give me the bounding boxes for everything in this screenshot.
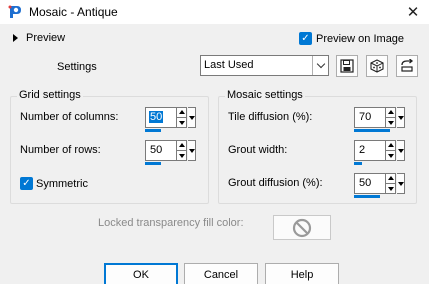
grout-width-updown[interactable] [385,140,396,161]
close-button[interactable]: ✕ [397,0,429,24]
cancel-button[interactable]: Cancel [184,263,258,284]
tile-diffusion-label: Tile diffusion (%): [228,111,313,123]
spin-down-icon [177,151,186,160]
rows-dropdown-icon[interactable] [188,140,196,161]
spin-down-icon [386,151,395,160]
columns-level-bar [145,129,161,132]
spin-up-icon [177,108,186,117]
grout-width-level-bar [354,162,362,165]
spin-down-icon [386,184,395,193]
close-icon: ✕ [406,4,420,21]
preview-on-image-label: Preview on Image [316,32,405,45]
columns-input[interactable]: 50 [145,107,176,128]
columns-updown[interactable] [176,107,187,128]
reset-icon [401,59,414,72]
checkmark-icon: ✓ [20,177,33,190]
grout-diffusion-label: Grout diffusion (%): [228,177,323,189]
app-icon [8,5,21,18]
rows-input[interactable]: 50 [145,140,176,161]
grout-width-label: Grout width: [228,144,288,156]
preview-on-image-checkbox[interactable]: ✓ Preview on Image [299,32,404,45]
preview-toggle[interactable]: Preview [13,32,65,44]
preview-label: Preview [26,32,66,44]
dice-icon [370,59,384,73]
rows-label: Number of rows: [20,144,101,156]
spin-up-icon [386,174,395,183]
grout-width-input[interactable]: 2 [354,140,385,161]
window-title: Mosaic - Antique [29,5,118,19]
rows-updown[interactable] [176,140,187,161]
spin-up-icon [386,108,395,117]
reset-button[interactable] [396,55,418,77]
grout-diffusion-input[interactable]: 50 [354,173,385,194]
save-preset-button[interactable] [336,55,358,77]
checkmark-icon: ✓ [299,32,312,45]
title-bar: Mosaic - Antique ✕ [0,0,429,24]
columns-label: Number of columns: [20,111,119,123]
floppy-disk-icon [340,59,354,73]
tile-diffusion-updown[interactable] [385,107,396,128]
preset-value: Last Used [204,59,254,71]
fill-color-swatch [273,215,331,240]
preset-dropdown[interactable]: Last Used [200,55,329,76]
symmetric-checkbox[interactable]: ✓ Symmetric [20,177,88,190]
grout-diffusion-spinner[interactable]: 50 [354,173,405,198]
symmetric-label: Symmetric [36,177,88,190]
tile-diffusion-level-bar [354,129,390,132]
tile-diffusion-input[interactable]: 70 [354,107,385,128]
rows-spinner[interactable]: 50 [145,140,196,165]
spin-down-icon [386,118,395,127]
fill-color-label: Locked transparency fill color: [98,217,244,229]
ok-button[interactable]: OK [104,263,178,284]
grout-diffusion-level-bar [354,195,380,198]
tile-diffusion-dropdown-icon[interactable] [397,107,405,128]
spin-down-icon [177,118,186,127]
disabled-icon [292,218,312,237]
mosaic-settings-legend: Mosaic settings [225,89,305,101]
grout-width-dropdown-icon[interactable] [397,140,405,161]
help-button[interactable]: Help [265,263,339,284]
grout-diffusion-updown[interactable] [385,173,396,194]
grout-diffusion-dropdown-icon[interactable] [397,173,405,194]
tile-diffusion-spinner[interactable]: 70 [354,107,405,132]
expand-triangle-icon [13,34,18,42]
settings-label: Settings [57,61,97,73]
spin-up-icon [386,141,395,150]
chevron-down-icon [312,56,328,75]
randomize-button[interactable] [366,55,388,77]
rows-level-bar [145,162,161,165]
columns-spinner[interactable]: 50 [145,107,196,132]
grid-settings-legend: Grid settings [17,89,83,101]
grout-width-spinner[interactable]: 2 [354,140,405,165]
spin-up-icon [177,141,186,150]
columns-dropdown-icon[interactable] [188,107,196,128]
